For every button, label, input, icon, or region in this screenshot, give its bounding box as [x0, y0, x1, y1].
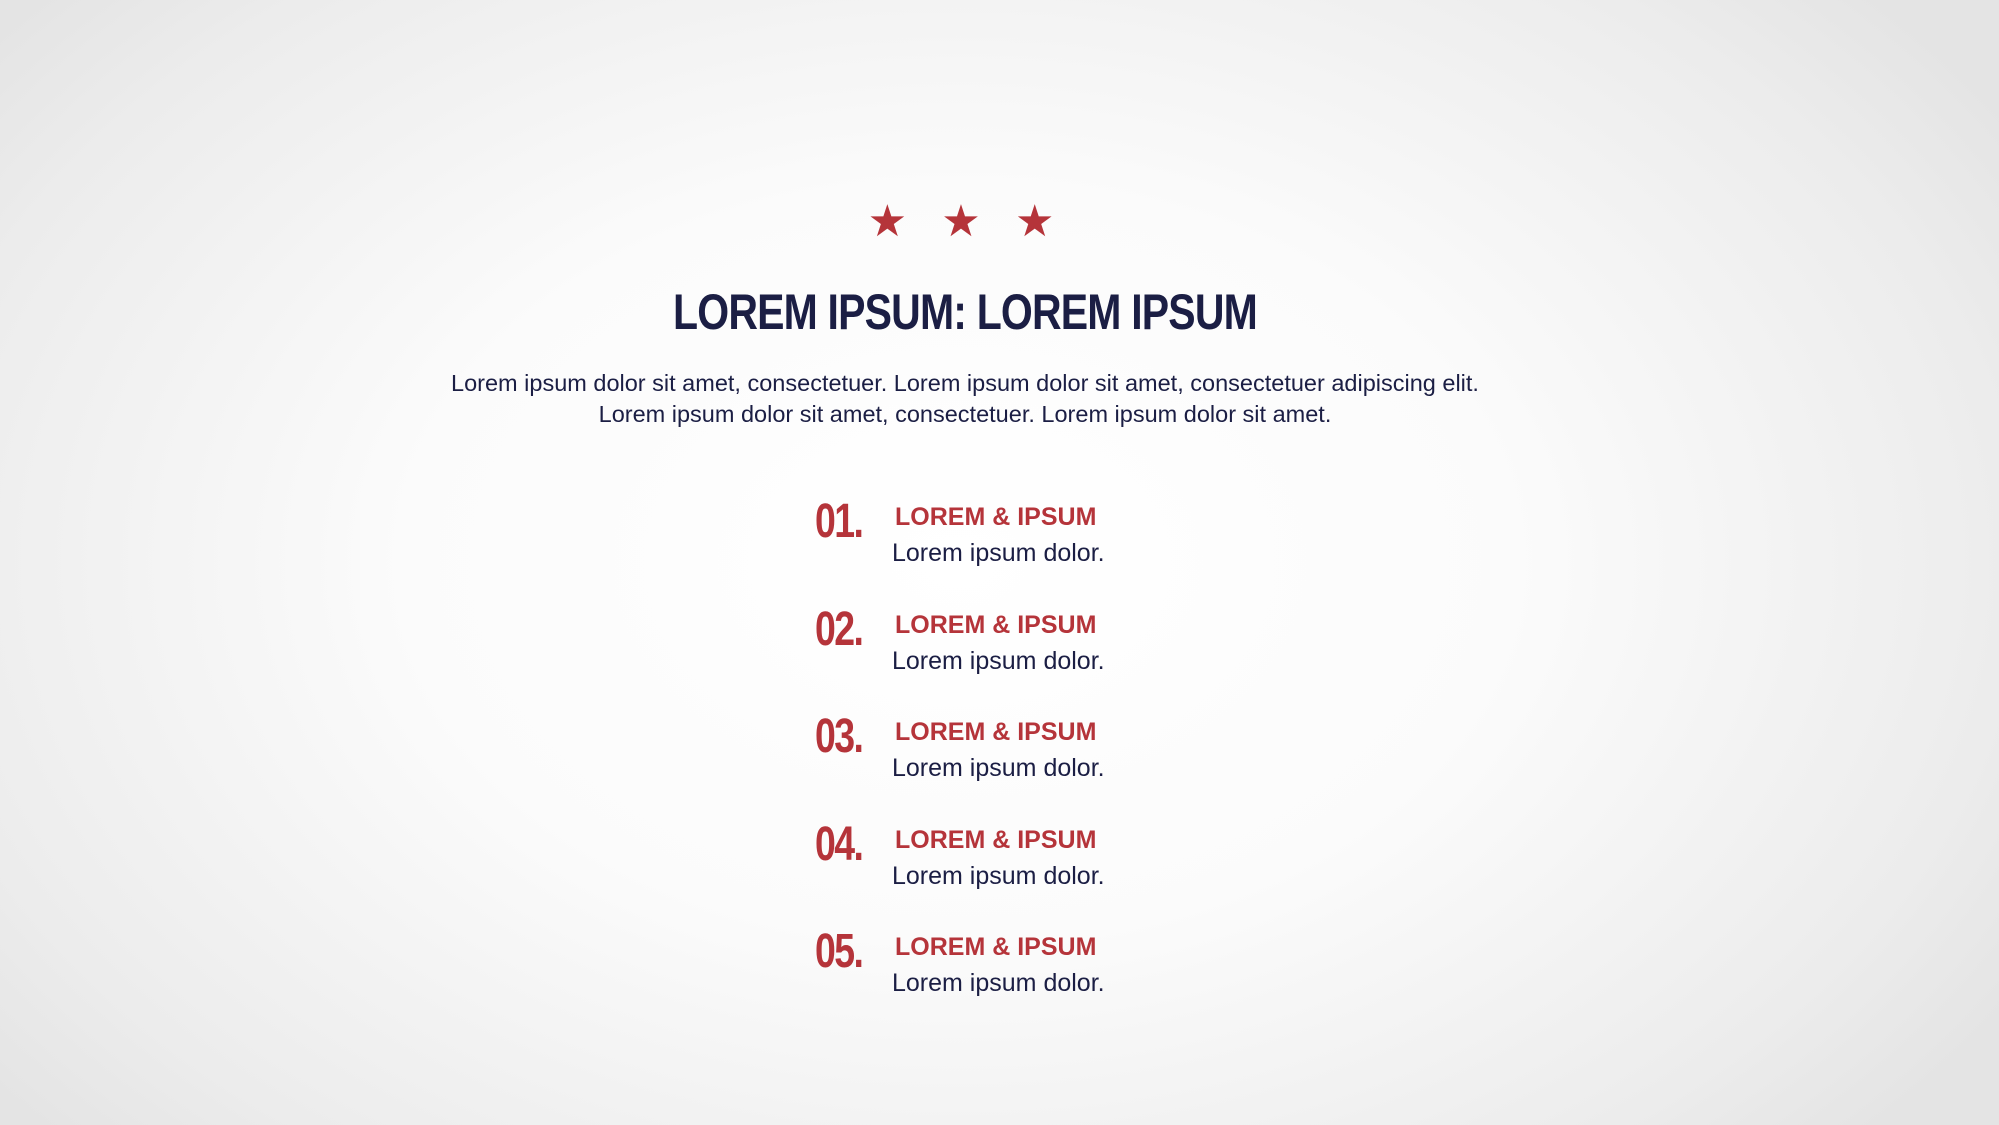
item-heading: LOREM & IPSUM	[895, 503, 1097, 531]
item-number: 02.	[815, 602, 864, 656]
star-row: ★ ★ ★	[0, 196, 1930, 248]
star-icon: ★	[867, 197, 916, 246]
item-number: 04.	[815, 817, 864, 871]
item-heading: LOREM & IPSUM	[895, 718, 1097, 746]
list-item: 05. LOREM & IPSUM Lorem ipsum dolor.	[815, 920, 1215, 1028]
item-number: 03.	[815, 710, 864, 763]
star-icon: ★	[941, 197, 989, 246]
item-number: 01.	[815, 495, 864, 548]
item-heading: LOREM & IPSUM	[895, 825, 1097, 854]
intro-paragraph: Lorem ipsum dolor sit amet, consectetuer…	[451, 370, 1479, 427]
star-icon: ★	[1014, 197, 1063, 246]
item-description: Lorem ipsum dolor.	[892, 861, 1105, 890]
item-description: Lorem ipsum dolor.	[892, 754, 1105, 782]
page-title: LOREM IPSUM: LOREM IPSUM	[673, 284, 1258, 340]
item-description: Lorem ipsum dolor.	[892, 539, 1105, 567]
item-number: 05.	[815, 925, 864, 978]
list-item: 04. LOREM & IPSUM Lorem ipsum dolor.	[815, 813, 1215, 921]
item-heading: LOREM & IPSUM	[895, 610, 1097, 639]
item-description: Lorem ipsum dolor.	[892, 969, 1105, 997]
item-heading: LOREM & IPSUM	[895, 933, 1097, 961]
list-item: 01. LOREM & IPSUM Lorem ipsum dolor.	[815, 490, 1215, 598]
numbered-list: 01. LOREM & IPSUM Lorem ipsum dolor. 02.…	[815, 490, 1215, 1028]
list-item: 03. LOREM & IPSUM Lorem ipsum dolor.	[815, 705, 1215, 813]
list-item: 02. LOREM & IPSUM Lorem ipsum dolor.	[815, 598, 1215, 706]
item-description: Lorem ipsum dolor.	[892, 646, 1105, 675]
